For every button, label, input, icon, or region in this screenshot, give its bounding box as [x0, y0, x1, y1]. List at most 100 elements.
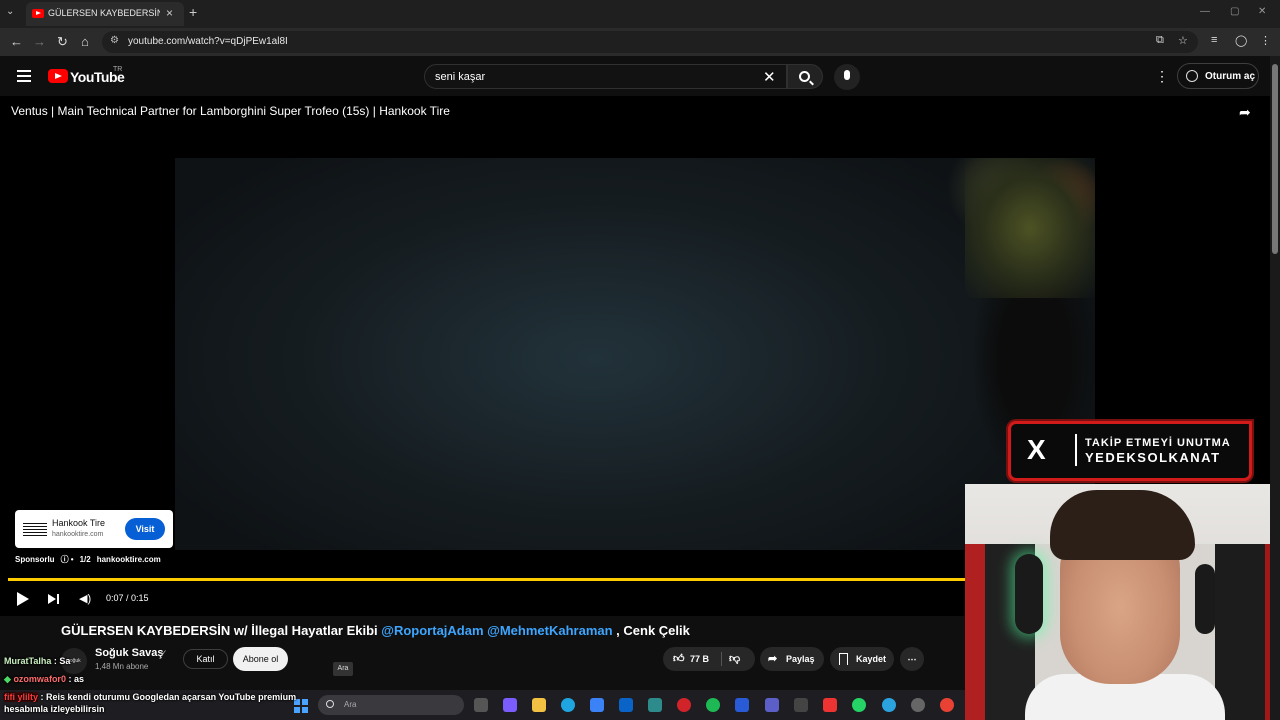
tab-title: GÜLERSEN KAYBEDERSİN w/ İlle	[48, 8, 160, 18]
subscribe-button[interactable]: Abone ol	[233, 647, 288, 671]
app-icon[interactable]	[911, 698, 925, 712]
forward-icon[interactable]: →	[33, 34, 46, 49]
home-icon[interactable]: ⌂	[81, 34, 89, 49]
ad-info-row: Sponsorlu ⓘ • 1/2 hankooktire.com	[15, 554, 167, 565]
outlook-icon[interactable]	[619, 698, 633, 712]
opera-icon[interactable]	[677, 698, 691, 712]
window-close-icon[interactable]: ✕	[1258, 6, 1266, 17]
x-logo-icon: X	[1027, 434, 1046, 465]
bookmark-icon	[839, 653, 848, 665]
subscriber-count: 1,48 Mn abone	[95, 662, 149, 671]
more-actions-button[interactable]: ⋯	[900, 647, 924, 671]
teams-icon[interactable]	[765, 698, 779, 712]
minimize-icon[interactable]: —	[1200, 6, 1210, 17]
search-icon	[326, 700, 334, 708]
url-field[interactable]: ⚙ youtube.com/watch?v=qDjPEw1al8I	[102, 31, 1198, 53]
ad-card[interactable]: Hankook Tire hankooktire.com Visit	[15, 510, 173, 548]
ad-info-icon[interactable]: ⓘ •	[61, 555, 74, 564]
chat-message: ◆ ozomwafor0 : as	[4, 674, 84, 685]
telegram-icon[interactable]	[882, 698, 896, 712]
join-button[interactable]: Katıl	[183, 649, 228, 669]
profile-icon[interactable]: ◯	[1235, 34, 1247, 47]
site-info-icon[interactable]: ⚙	[110, 35, 119, 46]
save-label: Kaydet	[856, 654, 887, 664]
chat-text: : Sa	[53, 656, 71, 666]
browser-tab[interactable]: GÜLERSEN KAYBEDERSİN w/ İlle ×	[26, 2, 184, 26]
voice-search-button[interactable]	[834, 64, 860, 90]
new-tab-icon[interactable]: +	[189, 4, 197, 20]
headset-right	[1195, 564, 1215, 634]
next-icon[interactable]	[48, 592, 62, 606]
sponsored-label: Sponsorlu	[15, 555, 55, 564]
ad-info-domain[interactable]: hankooktire.com	[97, 555, 161, 564]
watch-title-tail: , Cenk Çelik	[616, 623, 690, 638]
bookmark-star-icon[interactable]: ☆	[1178, 34, 1188, 47]
banner-line-2: YEDEKSOLKANAT	[1085, 450, 1221, 465]
play-icon[interactable]	[17, 592, 29, 606]
task-view-icon[interactable]	[474, 698, 488, 712]
chat-user: MuratTalha	[4, 656, 52, 666]
reading-list-icon[interactable]: ≡	[1211, 34, 1217, 46]
chat-text: : as	[68, 674, 84, 684]
scrollbar-thumb[interactable]	[1272, 64, 1278, 254]
close-tab-icon[interactable]: ×	[166, 6, 173, 20]
microphone-icon	[844, 70, 850, 80]
app-icon[interactable]	[794, 698, 808, 712]
youtube-favicon-icon	[32, 9, 44, 18]
app-icon[interactable]	[648, 698, 662, 712]
install-app-icon[interactable]: ⧉	[1156, 34, 1164, 47]
browser-tab-bar: ⌄ GÜLERSEN KAYBEDERSİN w/ İlle × + — ▢ ✕	[0, 0, 1280, 28]
progress-bar[interactable]	[8, 578, 965, 581]
maximize-icon[interactable]: ▢	[1230, 6, 1239, 17]
banner-line-1: TAKİP ETMEYİ UNUTMA	[1085, 437, 1231, 449]
dislike-icon[interactable]: 👎︎	[729, 647, 740, 671]
hankook-logo-icon	[23, 522, 47, 536]
taskbar-search[interactable]: Ara	[318, 695, 464, 715]
banner-divider	[1075, 434, 1077, 466]
volume-icon[interactable]: ◀)	[79, 592, 91, 605]
save-button[interactable]: Kaydet	[830, 647, 894, 671]
search-input[interactable]: seni kaşar ✕	[424, 64, 787, 89]
clear-search-icon[interactable]: ✕	[763, 68, 776, 86]
chat-text: : Reis kendi oturumu Googledan açarsan Y…	[4, 692, 297, 714]
video-light-patch	[965, 158, 1095, 298]
url-text: youtube.com/watch?v=qDjPEw1al8I	[128, 36, 288, 47]
ad-brand-name: Hankook Tire	[52, 518, 106, 528]
word-icon[interactable]	[735, 698, 749, 712]
settings-menu-icon[interactable]: ⋮	[1155, 68, 1169, 85]
like-count[interactable]: 77 B	[690, 647, 709, 671]
taskbar-search-placeholder: Ara	[344, 700, 357, 709]
hamburger-menu-icon[interactable]	[17, 70, 31, 82]
reload-icon[interactable]: ↻	[57, 34, 68, 50]
account-icon	[1186, 70, 1198, 82]
back-icon[interactable]: ←	[10, 34, 23, 49]
edge-icon[interactable]	[561, 698, 575, 712]
share-label: Paylaş	[786, 654, 815, 664]
like-icon[interactable]: 👍︎	[673, 647, 685, 671]
browser-menu-icon[interactable]: ⋮	[1260, 34, 1271, 47]
search-button[interactable]	[787, 64, 823, 89]
sign-in-button[interactable]: Oturum aç	[1177, 63, 1259, 89]
ad-visit-button[interactable]: Visit	[125, 518, 165, 540]
chrome-icon[interactable]	[940, 698, 954, 712]
store-icon[interactable]	[590, 698, 604, 712]
watch-title-main: GÜLERSEN KAYBEDERSİN w/ İllegal Hayatlar…	[61, 623, 378, 638]
channel-name[interactable]: Soğuk Savaş	[95, 647, 163, 659]
app-icon[interactable]	[823, 698, 837, 712]
file-explorer-icon[interactable]	[532, 698, 546, 712]
video-frame[interactable]	[175, 158, 1095, 550]
tab-list-icon[interactable]: ⌄	[6, 6, 14, 17]
address-bar-row: ← → ↻ ⌂ ⚙ youtube.com/watch?v=qDjPEw1al8…	[0, 28, 1280, 56]
whatsapp-icon[interactable]	[852, 698, 866, 712]
share-button[interactable]: ➦ Paylaş	[760, 647, 824, 671]
ad-video-title[interactable]: Ventus | Main Technical Partner for Lamb…	[11, 104, 450, 118]
mention-link[interactable]: @MehmetKahraman	[487, 623, 612, 638]
spotify-icon[interactable]	[706, 698, 720, 712]
youtube-logo-icon[interactable]	[48, 69, 68, 83]
mention-link[interactable]: @RoportajAdam	[381, 623, 483, 638]
page-scrollbar[interactable]	[1270, 56, 1280, 720]
streamer-hair	[1050, 490, 1195, 560]
share-arrow-icon[interactable]: ➦	[1239, 104, 1251, 121]
country-code: TR	[113, 66, 123, 73]
copilot-icon[interactable]	[503, 698, 517, 712]
